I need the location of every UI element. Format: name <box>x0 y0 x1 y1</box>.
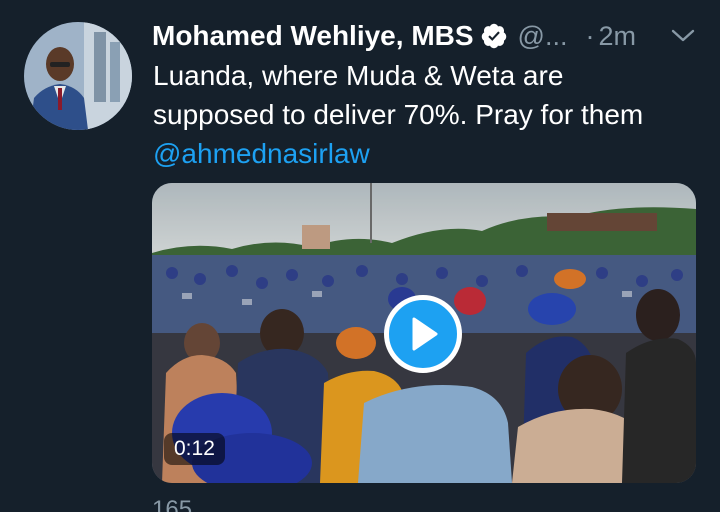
author-name[interactable]: Mohamed Wehliye, MBS <box>152 20 474 52</box>
chevron-down-icon[interactable] <box>670 24 696 48</box>
author-handle[interactable]: @... <box>518 21 568 52</box>
tweet-text: Luanda, where Muda & Weta are supposed t… <box>153 56 703 173</box>
play-button[interactable] <box>384 295 462 373</box>
timestamp[interactable]: 2m <box>598 21 636 52</box>
verified-badge-icon <box>481 23 506 49</box>
video-duration-badge: 0:12 <box>164 433 225 465</box>
separator-dot: · <box>585 20 595 51</box>
tweet-text-line-1: Luanda, where Muda & Weta are <box>153 60 564 91</box>
tweet-text-line-2: supposed to deliver 70%. Pray for them <box>153 99 644 130</box>
tweet[interactable]: Mohamed Wehliye, MBS @... · 2m Luanda, w… <box>0 0 720 512</box>
engagement-count: 165 ... <box>152 496 219 512</box>
avatar[interactable] <box>24 22 132 130</box>
play-icon <box>412 317 438 351</box>
mention-link[interactable]: @ahmednasirlaw <box>153 134 703 173</box>
video-player[interactable]: 0:12 <box>152 183 696 483</box>
tweet-header: Mohamed Wehliye, MBS @... · 2m <box>152 16 700 56</box>
